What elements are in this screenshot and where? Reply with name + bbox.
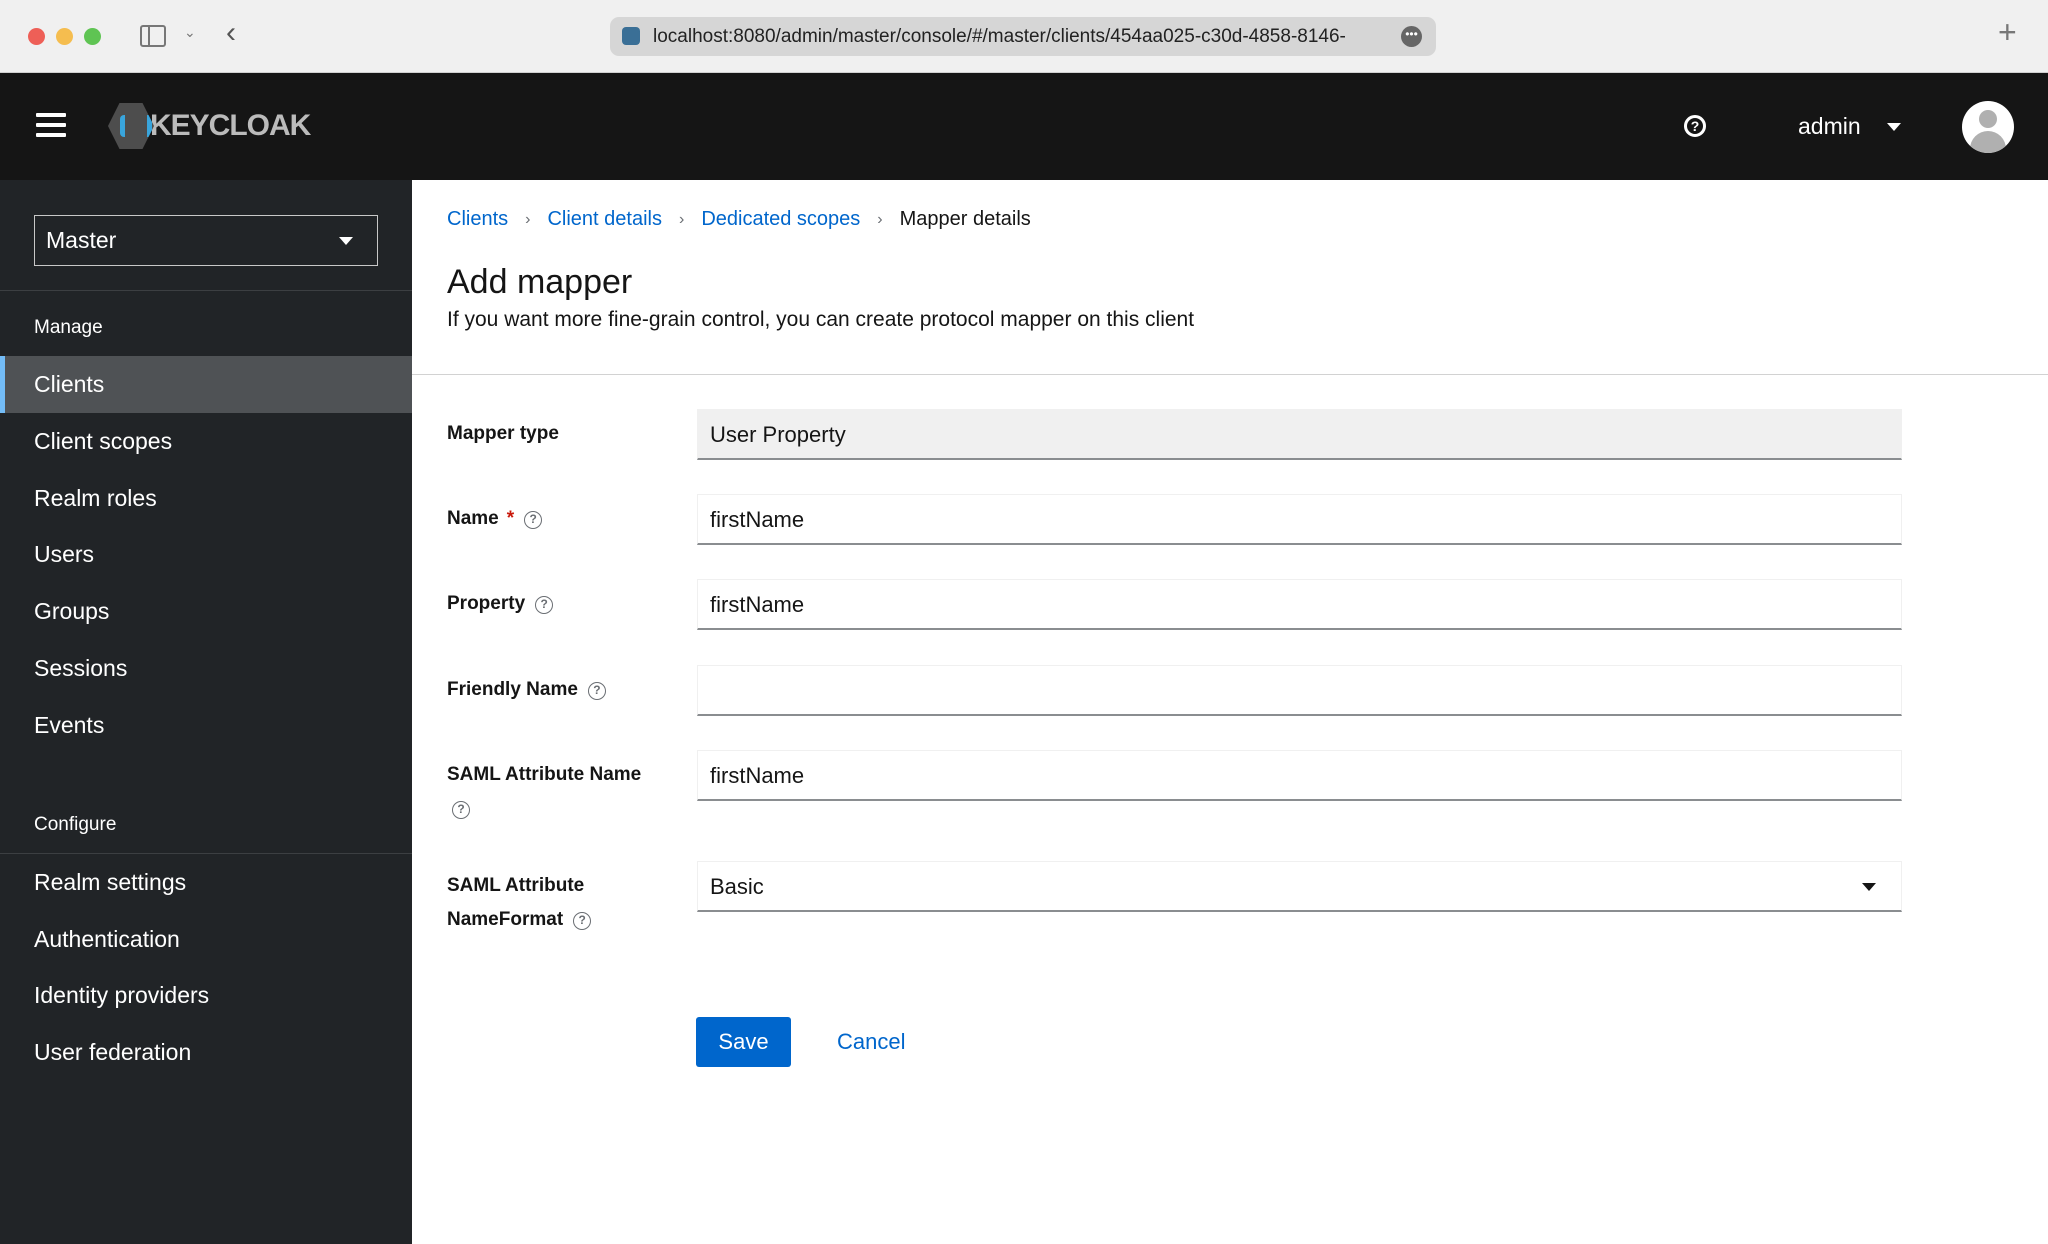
sidebar-item-users[interactable]: Users <box>0 526 412 583</box>
sidebar-item-realm-settings[interactable]: Realm settings <box>0 854 412 911</box>
help-icon[interactable]: ? <box>524 511 543 529</box>
close-window-button[interactable] <box>28 28 45 45</box>
main-content: Clients › Client details › Dedicated scope… <box>412 180 2048 1244</box>
caret-down-icon[interactable] <box>1887 123 1901 131</box>
chevron-down-icon[interactable]: ⌄ <box>184 24 196 41</box>
avatar[interactable] <box>1962 101 2014 153</box>
keycloak-logo[interactable]: KEYCLOAK <box>108 103 311 149</box>
saml-attribute-nameformat-label: SAML Attribute NameFormat? <box>447 869 592 937</box>
name-label: Name *? <box>447 502 543 536</box>
more-icon[interactable]: ••• <box>1401 26 1422 47</box>
sidebar-item-clients[interactable]: Clients <box>0 356 412 413</box>
minimize-window-button[interactable] <box>56 28 73 45</box>
saml-attribute-nameformat-select[interactable]: Basic <box>697 861 1902 912</box>
masthead: KEYCLOAK ? admin <box>0 73 2048 180</box>
cancel-button[interactable]: Cancel <box>837 1017 905 1067</box>
breadcrumb-dedicated-scopes[interactable]: Dedicated scopes <box>701 208 860 231</box>
help-icon[interactable]: ? <box>1684 115 1706 137</box>
sidebar-item-realm-roles[interactable]: Realm roles <box>0 470 412 527</box>
realm-name: Master <box>46 227 117 253</box>
property-input[interactable]: firstName <box>697 579 1902 630</box>
logo-text: KEYCLOAK <box>150 109 311 142</box>
sidebar-item-user-federation[interactable]: User federation <box>0 1024 412 1081</box>
breadcrumb-current: Mapper details <box>899 208 1031 230</box>
page-title: Add mapper <box>447 263 633 301</box>
divider <box>0 290 412 291</box>
sidebar-item-authentication[interactable]: Authentication <box>0 911 412 968</box>
hamburger-menu-icon[interactable] <box>36 113 66 139</box>
user-name: admin <box>1798 113 1861 139</box>
realm-selector[interactable]: Master <box>34 215 378 266</box>
back-icon[interactable]: ‹ <box>226 16 236 50</box>
breadcrumb: Clients › Client details › Dedicated scope… <box>447 208 1031 231</box>
property-label: Property? <box>447 587 554 621</box>
selected-value: Basic <box>710 874 764 899</box>
sidebar-toggle-icon[interactable] <box>140 25 166 47</box>
section-configure: Configure <box>34 814 117 835</box>
saml-attribute-name-input[interactable]: firstName <box>697 750 1902 801</box>
help-icon[interactable]: ? <box>535 596 554 614</box>
divider <box>412 374 2048 375</box>
sidebar-item-events[interactable]: Events <box>0 697 412 754</box>
sidebar-item-client-scopes[interactable]: Client scopes <box>0 413 412 470</box>
maximize-window-button[interactable] <box>84 28 101 45</box>
chevron-right-icon: › <box>678 210 685 228</box>
page-subtitle: If you want more fine-grain control, you… <box>447 308 1195 331</box>
chevron-right-icon: › <box>877 210 883 228</box>
help-icon[interactable]: ? <box>573 912 592 930</box>
mapper-type-label: Mapper type <box>447 423 559 444</box>
caret-down-icon <box>1862 883 1876 891</box>
required-marker: * <box>506 508 515 529</box>
logo-icon <box>108 103 154 149</box>
help-icon[interactable]: ? <box>587 682 606 700</box>
user-menu[interactable]: admin <box>1798 113 1861 140</box>
sidebar-item-sessions[interactable]: Sessions <box>0 640 412 697</box>
name-input[interactable]: firstName <box>697 494 1902 545</box>
mapper-type-field: User Property <box>697 409 1902 460</box>
sidebar-item-groups[interactable]: Groups <box>0 583 412 640</box>
help-icon[interactable]: ? <box>452 801 470 819</box>
url-text: localhost:8080/admin/master/console/#/ma… <box>653 26 1346 47</box>
chevron-right-icon: › <box>525 210 531 228</box>
breadcrumb-clients[interactable]: Clients <box>447 208 508 231</box>
new-tab-icon[interactable]: + <box>1998 14 2017 51</box>
saml-attribute-name-label: SAML Attribute Name? <box>447 758 641 826</box>
caret-down-icon <box>339 237 353 245</box>
browser-toolbar: ⌄ ‹ localhost:8080/admin/master/console/… <box>0 0 2048 73</box>
friendly-name-input[interactable] <box>697 665 1902 716</box>
friendly-name-label: Friendly Name? <box>447 673 606 707</box>
sidebar: Master Manage Clients Client scopes Real… <box>0 180 412 1244</box>
favicon-icon <box>622 27 640 45</box>
sidebar-item-identity-providers[interactable]: Identity providers <box>0 967 412 1024</box>
address-bar[interactable]: localhost:8080/admin/master/console/#/ma… <box>610 17 1436 56</box>
breadcrumb-client-details[interactable]: Client details <box>547 208 662 231</box>
section-manage: Manage <box>34 317 103 338</box>
save-button[interactable]: Save <box>696 1017 791 1067</box>
